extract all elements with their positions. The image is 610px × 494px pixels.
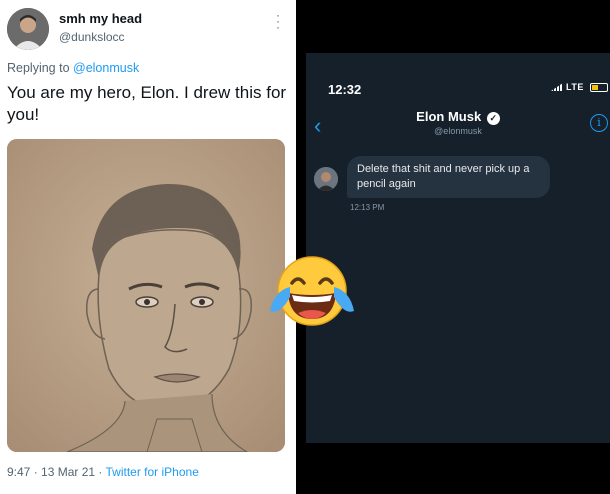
tweet-panel: smh my head @dunkslocc · · · Replying to @… <box>0 0 296 494</box>
signal-icon <box>551 83 563 91</box>
sender-avatar-image <box>314 167 338 191</box>
tweet-source[interactable]: Twitter for iPhone <box>106 465 199 479</box>
verified-badge-icon: ✓ <box>486 112 500 125</box>
network-type: LTE <box>566 82 584 92</box>
dm-panel: 12:32 LTE ‹ Elon Musk ✓ @elonmusk i Dele… <box>306 53 610 443</box>
mention-link[interactable]: @elonmusk <box>73 61 139 75</box>
face-with-tears-of-joy-icon <box>268 253 356 329</box>
replying-prefix: Replying to <box>7 61 74 75</box>
avatar-image <box>7 8 49 50</box>
tweet-timestamp[interactable]: 9:47 · 13 Mar 21 · <box>7 465 106 479</box>
tweet-image[interactable] <box>7 139 285 452</box>
sender-avatar[interactable] <box>314 167 338 191</box>
display-name[interactable]: smh my head <box>59 11 142 26</box>
contact-name: Elon Musk <box>416 109 482 124</box>
network-status: LTE <box>551 82 584 92</box>
replying-to: Replying to @elonmusk <box>7 61 139 75</box>
avatar[interactable] <box>7 8 49 50</box>
conversation-title[interactable]: Elon Musk ✓ <box>306 109 610 125</box>
info-icon[interactable]: i <box>590 114 608 132</box>
message-timestamp: 12:13 PM <box>350 203 385 212</box>
tweet-text: You are my hero, Elon. I drew this for y… <box>7 83 287 124</box>
message-bubble[interactable]: Delete that shit and never pick up a pen… <box>347 156 550 198</box>
tweet-meta: 9:47 · 13 Mar 21 · Twitter for iPhone <box>7 465 199 479</box>
user-handle[interactable]: @dunkslocc <box>59 30 125 44</box>
contact-handle: @elonmusk <box>434 126 482 136</box>
battery-icon <box>590 83 608 92</box>
pencil-drawing <box>7 139 285 452</box>
more-vertical-icon[interactable]: · · · <box>276 9 280 33</box>
status-bar-time: 12:32 <box>328 82 362 97</box>
